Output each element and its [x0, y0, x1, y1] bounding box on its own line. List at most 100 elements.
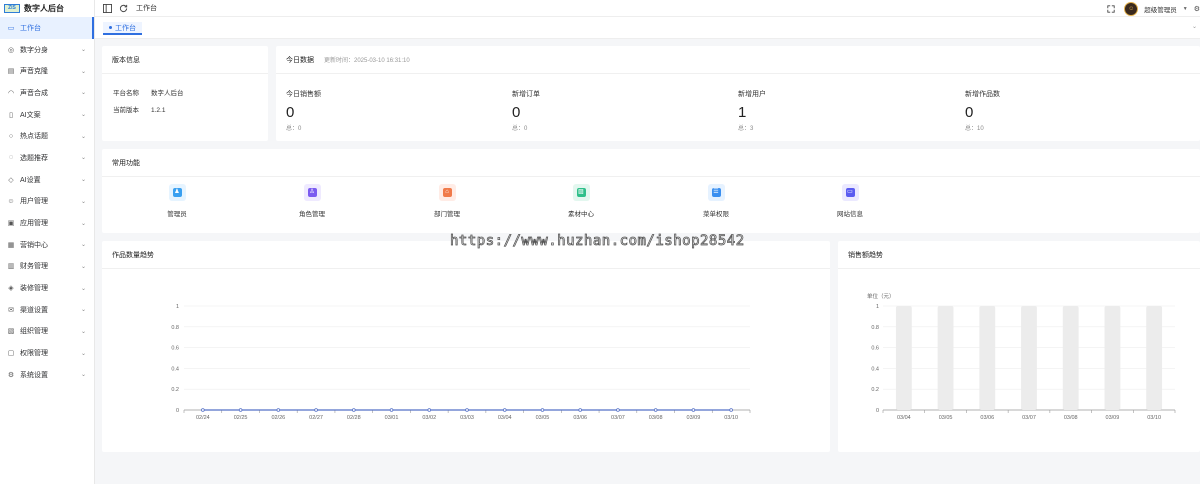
breadcrumb[interactable]: 工作台: [136, 3, 157, 13]
x-tick-label: 03/05: [939, 415, 953, 421]
tabs-chevron-down-icon[interactable]: ⌄: [1192, 23, 1197, 30]
sidebar-item[interactable]: ◠ 声音合成 ⌄: [0, 82, 94, 104]
x-tick-label: 02/28: [347, 415, 361, 421]
chevron-down-icon: ⌄: [80, 285, 86, 292]
avatar[interactable]: ☺: [1124, 1, 1139, 16]
function-item[interactable]: ▨ 素材中心: [551, 184, 611, 218]
function-item[interactable]: ☰ 菜单权限: [686, 184, 746, 218]
refresh-icon[interactable]: [118, 3, 128, 13]
sidebar-item-label: AI文案: [20, 111, 41, 119]
platform-name-value: 数字人后台: [151, 90, 184, 97]
y-tick-label: 0.8: [171, 325, 179, 331]
sidebar-item-label: 应用管理: [20, 220, 48, 228]
sidebar-item[interactable]: ◈ 装修管理 ⌄: [0, 277, 94, 299]
sidebar-item[interactable]: ⚙ 系统设置 ⌄: [0, 364, 94, 386]
sidebar-item[interactable]: ▥ 财务管理 ⌄: [0, 256, 94, 278]
today-card-title: 今日数据: [286, 56, 314, 64]
version-card-title: 版本信息: [102, 46, 268, 74]
org-icon: ▧: [7, 328, 15, 336]
function-item[interactable]: ♙ 角色管理: [282, 184, 342, 218]
chevron-down-icon: ⌄: [80, 198, 86, 205]
stat-orders: 新增订单 0 总：0: [512, 89, 540, 132]
sidebar-item[interactable]: ▯ AI文案 ⌄: [0, 104, 94, 126]
chevron-down-icon: ⌄: [80, 47, 86, 54]
topbar-right: ☺ 超级管理员 ▼ ⚙: [1099, 0, 1200, 17]
chevron-down-icon: ⌄: [80, 350, 86, 357]
update-time: 更新时间：2025-03-10 16:31:10: [324, 58, 410, 64]
y-tick-label: 0.2: [871, 387, 879, 393]
common-functions-card: 常用功能 ♟ 管理员 ♙ 角色管理 ⌂ 部门管理 ▨ 素材中心 ☰ 菜单权限 ▭ 网站信息: [102, 149, 1200, 233]
stat-works: 新增作品数 0 总：10: [965, 89, 1000, 132]
chevron-down-icon: ⌄: [80, 242, 86, 249]
tab-label: 工作台: [115, 24, 136, 32]
department-icon: ⌂: [438, 184, 456, 201]
function-item[interactable]: ⌂ 部门管理: [417, 184, 477, 218]
sidebar-item[interactable]: ▣ 应用管理 ⌄: [0, 212, 94, 234]
x-tick-label: 03/09: [687, 415, 701, 421]
x-tick-label: 03/08: [1064, 415, 1078, 421]
sales-trend-chart: 单位（元） 0 0.2 0.4 0.6 0.8 1 03/04 03/05 03/06 03/07 0…: [867, 292, 1176, 421]
settings-gear-icon[interactable]: ⚙: [1194, 5, 1200, 13]
user-name[interactable]: 超级管理员: [1144, 4, 1177, 14]
x-tick-label: 02/26: [271, 415, 285, 421]
function-item[interactable]: ▭ 网站信息: [820, 184, 880, 218]
sidebar-menu: ▭ 工作台 ◎ 数字分身 ⌄ ▤ 声音克隆 ⌄ ◠ 声音合成 ⌄ ▯ AI文案 ⌄ ○ 热点话题 ⌄ ◌ 选题推荐 ⌄…: [0, 17, 94, 386]
sidebar-item[interactable]: ◎ 数字分身 ⌄: [0, 39, 94, 61]
app-logo[interactable]: ZIS 数字人后台: [0, 0, 94, 17]
platform-name-row: 平台名称 数字人后台: [113, 87, 184, 97]
sidebar-item[interactable]: ◌ 选题推荐 ⌄: [0, 147, 94, 169]
lock-icon: ▢: [7, 350, 15, 358]
version-key: 当前版本: [113, 107, 139, 114]
stat-value: 1: [738, 104, 747, 121]
app-icon: ▣: [7, 220, 15, 228]
sidebar: ZIS 数字人后台 ▭ 工作台 ◎ 数字分身 ⌄ ▤ 声音克隆 ⌄ ◠ 声音合成 ⌄ ▯ AI文案 ⌄ ○ 热…: [0, 0, 95, 484]
chevron-down-icon: ⌄: [80, 263, 86, 270]
today-card-header: 今日数据 更新时间：2025-03-10 16:31:10: [276, 46, 1200, 74]
brush-icon: ◈: [8, 285, 14, 293]
stat-total: 总：3: [738, 126, 754, 132]
bulb-icon: ◌: [8, 154, 14, 162]
search-icon: ○: [8, 132, 14, 140]
logo-mark: ZIS: [4, 4, 20, 13]
fullscreen-icon[interactable]: [1106, 4, 1116, 14]
user-chevron-down-icon[interactable]: ▼: [1183, 6, 1188, 12]
sidebar-item[interactable]: ▧ 组织管理 ⌄: [0, 321, 94, 343]
bar-background: [937, 306, 954, 410]
sidebar-item[interactable]: ▤ 声音克隆 ⌄: [0, 60, 94, 82]
y-axis-label: 单位（元）: [867, 292, 895, 300]
topbar: 工作台 ☺ 超级管理员 ▼ ⚙: [95, 0, 1200, 17]
sidebar-item[interactable]: ▭ 工作台: [0, 17, 94, 39]
tab-workbench[interactable]: 工作台: [103, 22, 142, 35]
works-trend-card: 作品数量趋势 0 0.2 0.4 0.6 0.8 1 02/24 02/25 02/26 02/2…: [102, 241, 830, 452]
menu-permission-icon: ☰: [707, 184, 725, 201]
x-tick-label: 02/27: [309, 415, 323, 421]
x-tick-label: 03/07: [611, 415, 625, 421]
sidebar-item[interactable]: ✉ 渠道设置 ⌄: [0, 299, 94, 321]
stat-label: 新增订单: [512, 91, 540, 98]
sidebar-item[interactable]: ◇ AI设置 ⌄: [0, 169, 94, 191]
function-label: 素材中心: [568, 211, 594, 218]
data-point: [691, 408, 696, 412]
bar-background: [1021, 306, 1037, 410]
collapse-sidebar-icon[interactable]: [102, 3, 112, 13]
data-point: [238, 408, 243, 412]
stat-label: 今日销售额: [286, 91, 321, 98]
x-tick-label: 03/06: [980, 415, 994, 421]
bot-icon: ◎: [7, 46, 15, 54]
stat-label: 新增用户: [738, 91, 766, 98]
data-point: [352, 408, 356, 412]
function-item[interactable]: ♟ 管理员: [147, 184, 207, 218]
sidebar-item[interactable]: ○ 热点话题 ⌄: [0, 125, 94, 147]
sidebar-item[interactable]: ☺ 用户管理 ⌄: [0, 191, 94, 213]
bar-background: [1104, 306, 1121, 410]
data-point: [465, 408, 469, 412]
y-tick-label: 1: [876, 304, 879, 310]
stat-total: 总：0: [286, 126, 302, 132]
stat-total: 总：10: [965, 126, 984, 132]
sidebar-item[interactable]: ▢ 权限管理 ⌄: [0, 342, 94, 364]
sidebar-item[interactable]: ▦ 营销中心 ⌄: [0, 234, 94, 256]
monitor-icon: ▭: [7, 24, 15, 32]
sound-icon: ▤: [7, 68, 15, 76]
sidebar-item-label: 工作台: [20, 24, 41, 32]
x-tick-label: 03/05: [536, 415, 550, 421]
